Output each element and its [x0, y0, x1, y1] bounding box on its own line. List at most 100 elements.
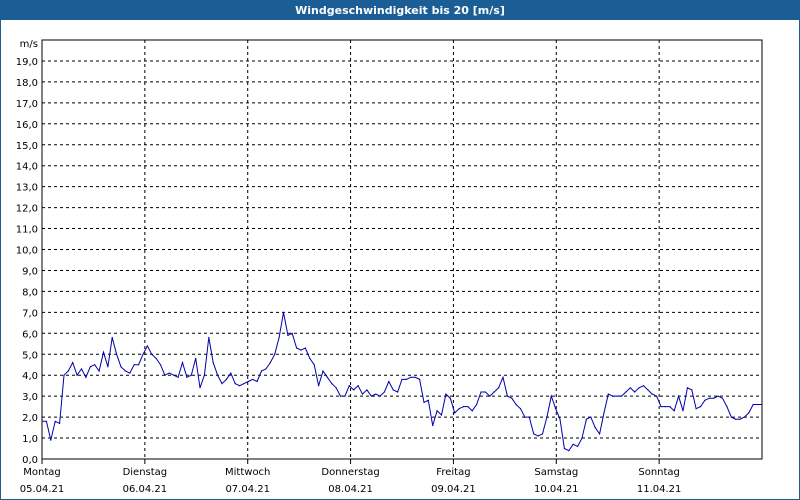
- data-point: [348, 385, 350, 387]
- y-tick-label: 11,0: [16, 225, 38, 236]
- y-tick-label: 13,0: [16, 183, 38, 194]
- data-point: [686, 387, 689, 389]
- data-point: [410, 376, 412, 378]
- data-point: [590, 416, 592, 418]
- data-point: [326, 376, 328, 378]
- data-point: [370, 395, 372, 397]
- data-point: [225, 378, 227, 380]
- data-point: [41, 420, 43, 422]
- data-point: [208, 336, 210, 339]
- x-tick-day-label: Mittwoch: [225, 467, 270, 478]
- y-tick-label: 15,0: [16, 141, 38, 152]
- data-point: [155, 357, 157, 359]
- data-point: [388, 380, 390, 383]
- data-point: [515, 403, 517, 406]
- y-axis-ticks: 0,0 1,0 2,0 3,0 4,0 5,0 6,0 7,0 8,0 9,0 10,0 11,0 12…: [16, 57, 38, 466]
- data-point: [331, 383, 333, 385]
- data-point: [616, 395, 618, 397]
- data-point: [230, 372, 232, 374]
- data-point: [537, 435, 539, 437]
- data-point: [98, 370, 100, 372]
- x-tick-day-label: Freitag: [436, 467, 470, 478]
- data-point: [607, 393, 609, 395]
- data-point: [181, 362, 184, 364]
- y-tick-label: 7,0: [22, 308, 38, 319]
- data-point: [59, 422, 61, 424]
- data-point: [375, 393, 377, 395]
- data-point: [682, 410, 684, 412]
- data-point: [555, 408, 557, 410]
- data-point: [757, 403, 759, 406]
- data-point: [761, 403, 763, 406]
- data-point: [638, 387, 640, 389]
- y-tick-label: 1,0: [22, 434, 38, 445]
- data-point: [546, 416, 548, 418]
- data-point: [449, 397, 451, 399]
- data-point: [533, 433, 535, 435]
- data-point: [528, 416, 530, 418]
- y-tick-label: 12,0: [16, 204, 38, 215]
- data-point: [401, 378, 403, 380]
- data-point: [282, 311, 285, 313]
- data-point: [168, 372, 170, 374]
- data-point: [72, 362, 74, 364]
- y-tick-label: 17,0: [16, 99, 38, 110]
- data-point: [138, 364, 140, 366]
- data-point: [572, 443, 574, 445]
- x-tick-date-label: 07.04.21: [225, 484, 270, 495]
- data-point: [660, 406, 662, 408]
- data-point: [445, 393, 447, 395]
- data-point: [577, 445, 579, 447]
- data-point: [164, 374, 166, 376]
- y-tick-label: 8,0: [22, 287, 38, 298]
- data-point: [427, 399, 429, 401]
- data-point: [383, 391, 385, 393]
- data-point: [379, 395, 381, 397]
- x-tick-date-label: 09.04.21: [431, 484, 476, 495]
- y-tick-label: 2,0: [22, 413, 38, 424]
- data-point: [173, 374, 175, 376]
- data-point: [717, 395, 719, 397]
- data-point: [190, 374, 192, 376]
- data-point: [159, 364, 162, 366]
- data-point: [335, 387, 337, 389]
- y-axis-unit-label: m/s: [20, 39, 38, 50]
- data-point: [568, 450, 570, 452]
- y-tick-label: 0,0: [22, 455, 38, 466]
- data-point: [678, 395, 680, 397]
- data-point: [318, 385, 320, 387]
- data-point: [85, 376, 87, 378]
- data-point: [656, 395, 658, 397]
- data-point: [739, 418, 741, 420]
- data-point: [498, 387, 500, 389]
- data-point: [563, 447, 566, 450]
- data-point: [436, 410, 438, 412]
- data-point: [142, 353, 144, 355]
- data-point: [432, 424, 434, 427]
- data-point: [50, 439, 52, 441]
- data-point: [116, 353, 118, 355]
- x-tick-date-label: 05.04.21: [20, 484, 65, 495]
- data-point: [111, 336, 113, 339]
- data-point: [45, 420, 48, 422]
- x-tick-date-label: 11.04.21: [637, 484, 682, 495]
- data-point: [695, 408, 697, 410]
- x-tick-day-label: Samstag: [534, 467, 578, 478]
- x-tick-day-label: Sonntag: [638, 467, 680, 478]
- y-tick-label: 10,0: [16, 246, 38, 257]
- wind-speed-chart: 0,0 1,0 2,0 3,0 4,0 5,0 6,0 7,0 8,0 9,0 10,0 11,0 12…: [16, 39, 763, 495]
- data-point: [634, 391, 636, 393]
- data-point: [625, 391, 627, 393]
- data-point: [107, 366, 109, 368]
- data-point: [669, 406, 671, 408]
- data-point: [493, 391, 495, 393]
- data-point: [195, 357, 197, 359]
- data-point: [704, 399, 706, 401]
- data-point: [713, 397, 715, 399]
- data-point: [217, 374, 219, 376]
- y-tick-label: 16,0: [16, 120, 38, 131]
- data-point: [559, 418, 561, 420]
- data-point: [599, 433, 601, 435]
- data-point: [484, 391, 486, 393]
- data-point: [730, 416, 732, 418]
